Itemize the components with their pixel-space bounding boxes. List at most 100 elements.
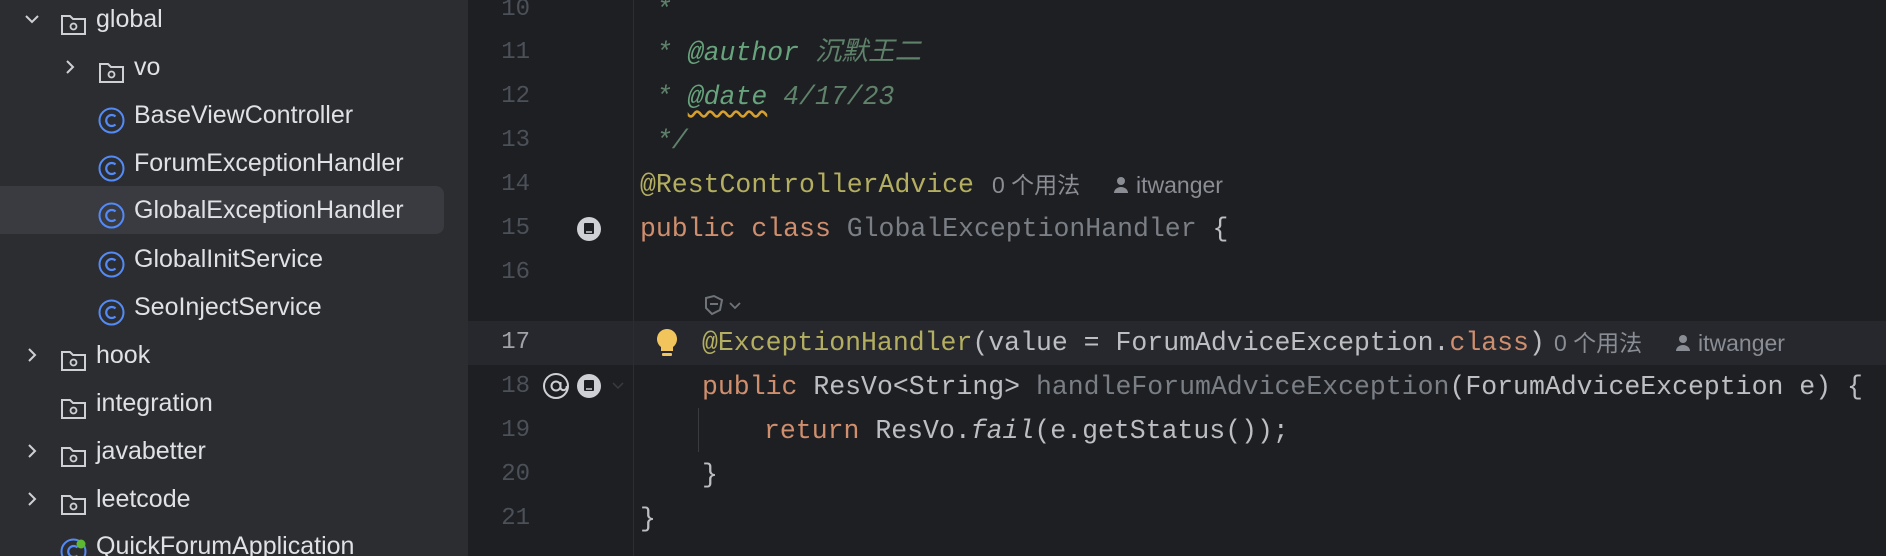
lightbulb-icon[interactable] — [654, 327, 680, 364]
code-editor[interactable]: 10 11 12 13 14 15 16 17 18 19 20 21 * * … — [468, 0, 1886, 556]
user-icon — [1113, 176, 1129, 199]
indent-guide — [698, 408, 699, 452]
usages-hint[interactable]: 0 个用法 — [992, 163, 1080, 207]
tree-item-javabetter[interactable]: javabetter — [0, 427, 468, 475]
tree-item-base-view-controller[interactable]: BaseViewController — [0, 91, 468, 139]
tree-item-quick-forum-application[interactable]: QuickForumApplication — [0, 522, 468, 556]
tree-item-label: vo — [134, 53, 161, 81]
exception-handler-annotation: @ExceptionHandler — [702, 328, 973, 358]
code-line-11: * @author 沉默王二 — [640, 38, 921, 68]
code-line-17: @ExceptionHandler(value = ForumAdviceExc… — [702, 321, 1545, 365]
tree-item-seo-inject-service[interactable]: SeoInjectService — [0, 283, 468, 331]
chevron-right-icon[interactable] — [20, 475, 44, 523]
line-number: 10 — [501, 0, 530, 23]
tree-item-label: GlobalInitService — [134, 245, 323, 273]
line-number: 16 — [501, 259, 530, 286]
author-hint[interactable]: itwanger — [1698, 321, 1785, 365]
annotation-args-end: ) — [1528, 328, 1545, 358]
doc-date-tag: @date — [687, 82, 768, 112]
keyword-class: class — [1449, 328, 1529, 358]
code-line-18: public ResVo<String> handleForumAdviceEx… — [702, 365, 1863, 409]
class-name: GlobalExceptionHandler — [846, 214, 1197, 244]
implemented-gutter-icon[interactable] — [576, 373, 602, 404]
folder-icon — [60, 6, 87, 35]
tree-item-label: integration — [96, 389, 213, 417]
tree-item-integration[interactable]: integration — [0, 379, 468, 427]
keyword-public: public — [702, 372, 798, 402]
line-number: 13 — [501, 127, 530, 154]
class-icon — [98, 197, 125, 229]
code-line-21: } — [640, 504, 656, 534]
line-number: 14 — [501, 171, 530, 198]
line-number: 15 — [501, 215, 530, 242]
ai-assist-icon[interactable] — [702, 294, 726, 321]
chevron-down-icon[interactable] — [728, 299, 742, 318]
tree-item-label: GlobalExceptionHandler — [134, 196, 404, 224]
tree-item-vo[interactable]: vo — [0, 43, 468, 91]
user-icon — [1675, 334, 1691, 357]
tree-item-forum-exception-handler[interactable]: ForumExceptionHandler — [0, 139, 468, 187]
tree-item-label: global — [96, 5, 163, 33]
tree-item-label: SeoInjectService — [134, 293, 322, 321]
tree-item-label: leetcode — [96, 485, 191, 513]
chevron-right-icon[interactable] — [58, 43, 82, 91]
tree-item-hook[interactable]: hook — [0, 331, 468, 379]
class-icon — [98, 150, 125, 182]
line-number-current: 17 — [501, 329, 530, 356]
code-line-13: */ — [640, 126, 688, 156]
at-annotation-gutter-icon[interactable] — [542, 372, 570, 405]
gutter-divider — [633, 0, 634, 556]
class-icon — [98, 102, 125, 134]
tree-item-global[interactable]: global — [0, 0, 468, 43]
tree-item-label: BaseViewController — [134, 101, 354, 129]
annotation-args: (value = ForumAdviceException. — [972, 328, 1450, 358]
folder-icon — [60, 390, 87, 419]
code-line-12: * @date 4/17/23 — [640, 82, 895, 112]
brace-open: { — [1212, 214, 1229, 244]
static-method-call: fail — [970, 416, 1035, 446]
return-type: ResVo<String> — [813, 372, 1021, 402]
folder-icon — [60, 486, 87, 515]
tree-item-label: javabetter — [96, 437, 206, 465]
project-tree: global vo BaseViewController ForumExcept… — [0, 0, 468, 556]
rest-controller-advice-annotation: @RestControllerAdvice — [640, 170, 974, 200]
implemented-gutter-icon[interactable] — [576, 216, 602, 247]
folder-icon — [60, 438, 87, 467]
keyword-public: public — [640, 214, 736, 244]
folder-icon — [98, 54, 125, 83]
code-line-15: public class GlobalExceptionHandler { — [640, 207, 1228, 251]
keyword-return: return — [764, 416, 860, 446]
chevron-right-icon[interactable] — [20, 427, 44, 475]
line-number: 12 — [501, 83, 530, 110]
tree-item-global-exception-handler[interactable]: GlobalExceptionHandler — [0, 186, 444, 234]
line-number: 21 — [501, 505, 530, 532]
tree-item-global-init-service[interactable]: GlobalInitService — [0, 235, 468, 283]
method-name: handleForumAdviceException — [1035, 372, 1450, 402]
doc-author-name: 沉默王二 — [814, 38, 921, 68]
tree-item-leetcode[interactable]: leetcode — [0, 475, 468, 523]
fold-chevron-icon[interactable] — [610, 378, 626, 399]
line-number: 19 — [501, 417, 530, 444]
chevron-right-icon[interactable] — [20, 331, 44, 379]
line-number: 20 — [501, 461, 530, 488]
doc-date-value: 4/17/23 — [783, 82, 895, 112]
usages-hint[interactable]: 0 个用法 — [1554, 321, 1642, 365]
folder-icon — [60, 342, 87, 371]
doc-author-tag: @author — [687, 38, 800, 68]
chevron-down-icon[interactable] — [20, 0, 44, 43]
return-expr-end: (e.getStatus()); — [1034, 416, 1289, 446]
spring-class-icon — [60, 533, 87, 556]
author-hint[interactable]: itwanger — [1136, 163, 1223, 207]
class-icon — [98, 246, 125, 278]
line-number: 18 — [501, 373, 530, 400]
keyword-class: class — [751, 214, 831, 244]
code-line-10: * — [640, 0, 672, 25]
line-number: 11 — [501, 39, 530, 66]
class-icon — [98, 294, 125, 326]
code-line-19: return ResVo.fail(e.getStatus()); — [764, 409, 1289, 453]
tree-item-label: ForumExceptionHandler — [134, 149, 404, 177]
tree-item-label: hook — [96, 341, 151, 369]
code-line-14: @RestControllerAdvice — [640, 163, 974, 207]
method-params: (ForumAdviceException e) { — [1449, 372, 1863, 402]
code-line-20: } — [702, 460, 718, 490]
